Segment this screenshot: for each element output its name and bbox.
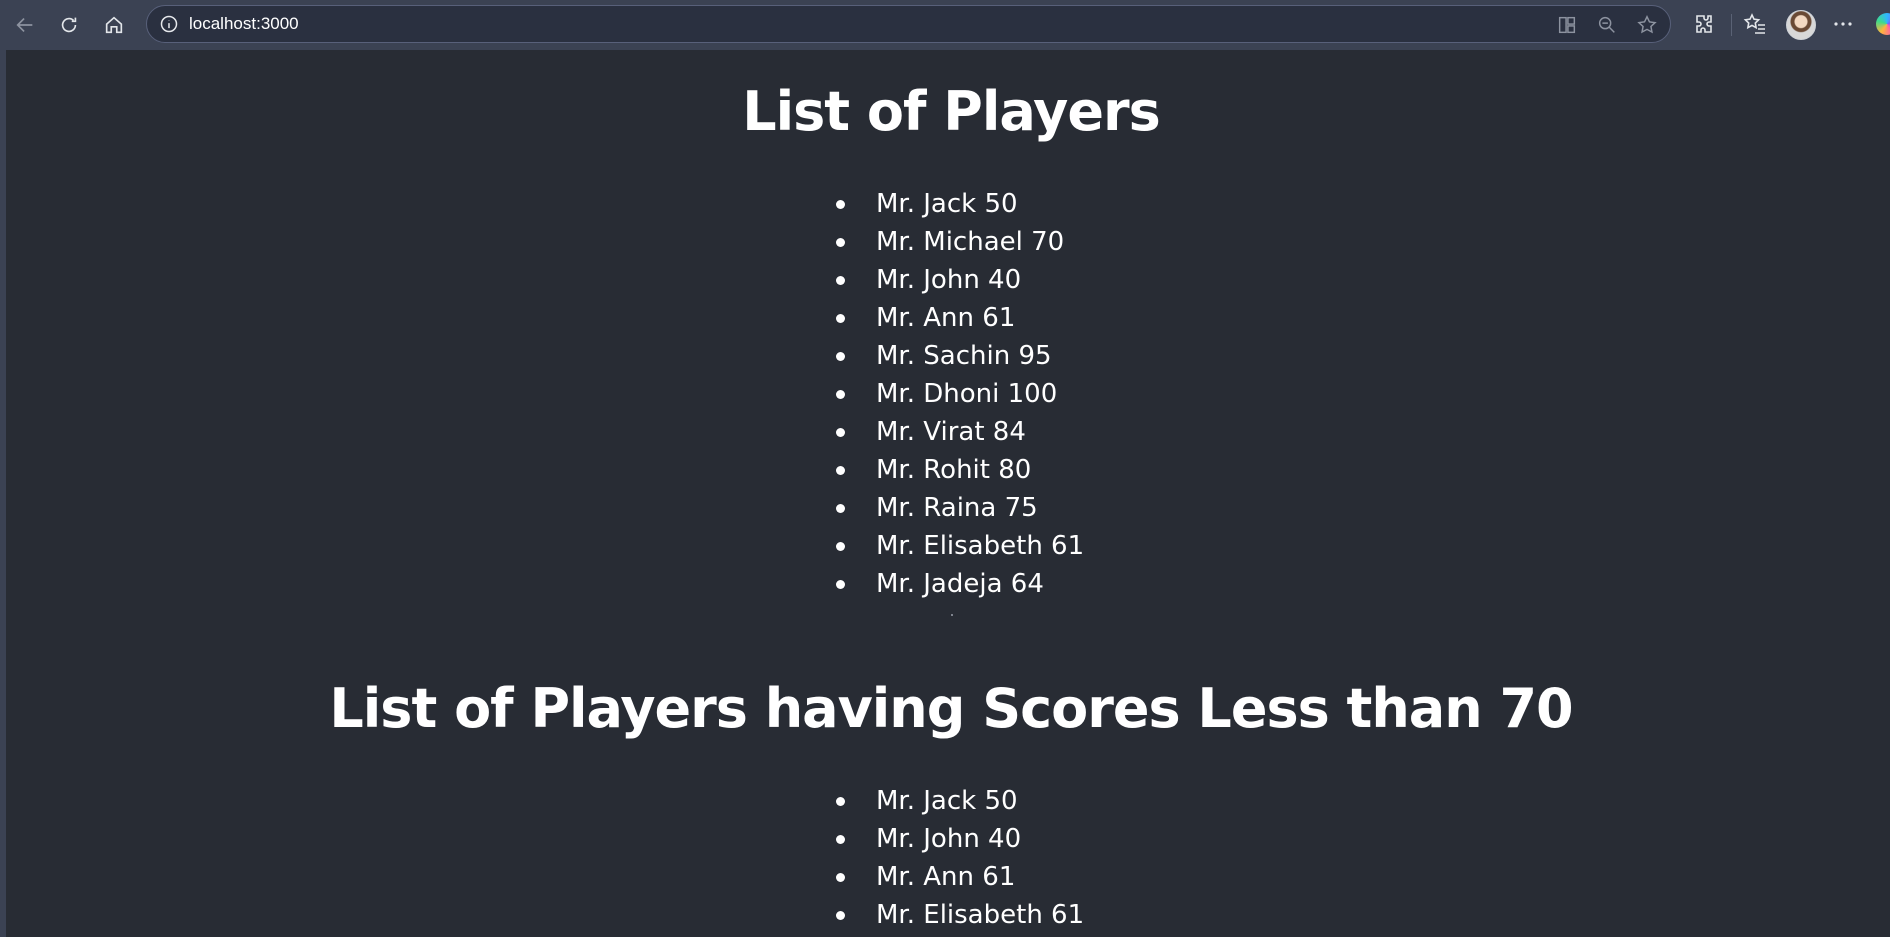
star-icon[interactable] [1636,14,1658,36]
home-icon[interactable] [97,8,131,42]
favorites-list-icon[interactable] [1743,12,1767,36]
puzzle-icon[interactable] [1692,12,1716,36]
list-item: Mr. Jack 50 [835,185,1084,223]
back-arrow-icon[interactable] [8,8,42,42]
url-text[interactable]: localhost:3000 [189,14,299,34]
list-item: Mr. Ann 61 [835,858,1084,896]
heading-filtered-players: List of Players having Scores Less than … [329,677,1573,740]
more-icon[interactable] [1831,12,1855,36]
list-item: Mr. Elisabeth 61 [835,527,1084,565]
address-bar[interactable]: localhost:3000 [146,5,1671,43]
stray-dot [951,614,953,616]
list-item: Mr. John 40 [835,261,1084,299]
list-item: Mr. Michael 70 [835,223,1084,261]
reload-icon[interactable] [52,8,86,42]
page-content: List of Players Mr. Jack 50 Mr. Michael … [6,52,1890,937]
list-item: Mr. Ann 61 [835,299,1084,337]
list-item: Mr. Jadeja 64 [835,565,1084,603]
list-item: Mr. John 40 [835,820,1084,858]
filtered-players-list: Mr. Jack 50 Mr. John 40 Mr. Ann 61 Mr. E… [835,782,1084,934]
split-screen-icon[interactable] [1556,14,1578,36]
info-icon[interactable] [159,14,179,34]
copilot-icon[interactable] [1876,13,1890,35]
list-item: Mr. Dhoni 100 [835,375,1084,413]
zoom-out-icon[interactable] [1596,14,1618,36]
list-item: Mr. Rohit 80 [835,451,1084,489]
list-item: Mr. Raina 75 [835,489,1084,527]
all-players-list: Mr. Jack 50 Mr. Michael 70 Mr. John 40 M… [835,185,1084,603]
list-item: Mr. Elisabeth 61 [835,896,1084,934]
heading-all-players: List of Players [742,80,1161,143]
toolbar-divider [1731,14,1732,36]
avatar[interactable] [1786,10,1816,40]
list-item: Mr. Virat 84 [835,413,1084,451]
list-item: Mr. Sachin 95 [835,337,1084,375]
browser-toolbar: localhost:3000 [0,0,1890,50]
list-item: Mr. Jack 50 [835,782,1084,820]
